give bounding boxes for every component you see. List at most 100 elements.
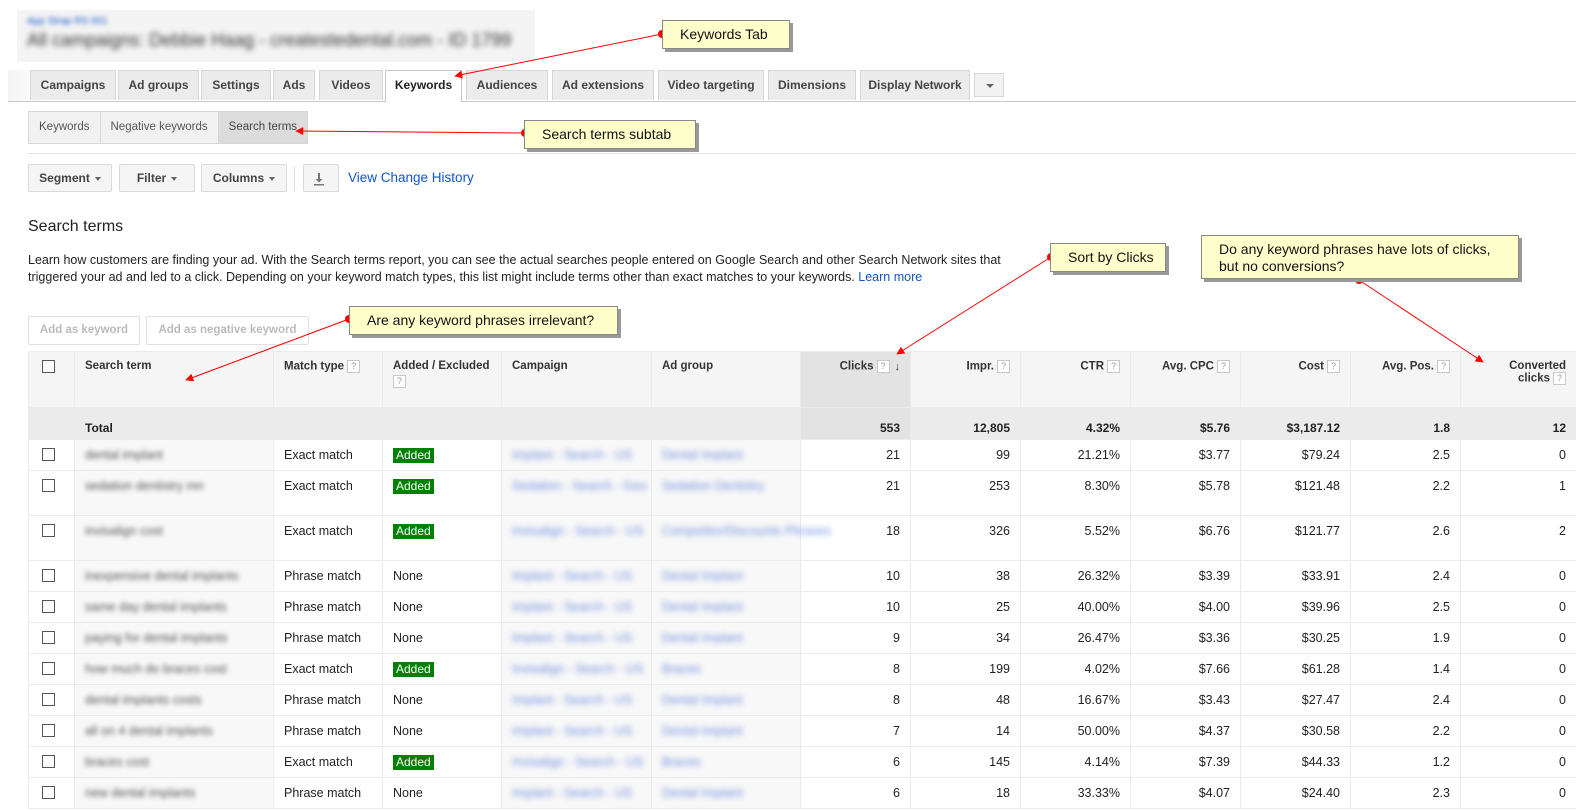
ad-group-link[interactable]: Braces xyxy=(662,755,701,769)
avg-pos: 2.2 xyxy=(1350,715,1461,747)
subtab-keywords[interactable]: Keywords xyxy=(29,112,101,143)
help-icon[interactable]: ? xyxy=(393,375,406,388)
tab-ad-groups[interactable]: Ad groups xyxy=(118,70,199,100)
tab-dimensions[interactable]: Dimensions xyxy=(768,70,856,100)
campaign-link[interactable]: Invisalign - Search - US xyxy=(512,755,643,769)
table-row[interactable]: dental implants costs Phrase match None Imp… xyxy=(28,684,1576,716)
subtab-search-terms[interactable]: Search terms xyxy=(218,112,308,143)
row-checkbox[interactable] xyxy=(42,724,55,737)
row-checkbox[interactable] xyxy=(42,631,55,644)
ad-group-link[interactable]: Dental Implant xyxy=(662,724,743,738)
ad-group-link[interactable]: Dental Implant xyxy=(662,693,743,707)
learn-more-link[interactable]: Learn more xyxy=(858,270,922,284)
help-icon[interactable]: ? xyxy=(347,360,361,373)
tab-display-network[interactable]: Display Network xyxy=(860,70,970,100)
help-icon[interactable]: ? xyxy=(1327,360,1340,373)
table-row[interactable]: how much do braces cost Exact match Added I… xyxy=(28,653,1576,685)
segment-button[interactable]: Segment xyxy=(28,164,112,192)
campaign-link[interactable]: Implant - Search - US xyxy=(512,600,632,614)
tab-ad-extensions[interactable]: Ad extensions xyxy=(552,70,654,100)
ad-group-link[interactable]: Competitor/Discounts Phrases xyxy=(662,524,831,538)
ad-group-link[interactable]: Dental Implant xyxy=(662,600,743,614)
ad-group-link[interactable]: Braces xyxy=(662,662,701,676)
columns-button[interactable]: Columns xyxy=(201,164,287,192)
add-as-keyword-button[interactable]: Add as keyword xyxy=(28,316,140,345)
help-icon[interactable]: ? xyxy=(1217,360,1230,373)
table-row[interactable]: sedation dentistry mn Exact match Added Sed… xyxy=(28,470,1576,516)
status-text: None xyxy=(393,600,423,614)
row-checkbox[interactable] xyxy=(42,693,55,706)
ad-group-link[interactable]: Dental Implant xyxy=(662,631,743,645)
view-change-history-link[interactable]: View Change History xyxy=(348,170,474,185)
col-impr[interactable]: Impr.? xyxy=(910,351,1021,408)
subtab-negative-keywords[interactable]: Negative keywords xyxy=(101,112,219,143)
campaign-link[interactable]: Implant - Search - US xyxy=(512,631,632,645)
row-checkbox[interactable] xyxy=(42,662,55,675)
table-row[interactable]: braces cost Exact match Added Invisalign - … xyxy=(28,746,1576,778)
table-row[interactable]: all on 4 dental implants Phrase match None… xyxy=(28,715,1576,747)
add-as-negative-keyword-button[interactable]: Add as negative keyword xyxy=(146,316,309,345)
col-added-excluded[interactable]: Added / Excluded? xyxy=(382,351,502,408)
row-checkbox[interactable] xyxy=(42,524,55,537)
tab-audiences[interactable]: Audiences xyxy=(466,70,548,100)
clicks: 6 xyxy=(800,777,911,809)
table-row[interactable]: new dental implants Phrase match None Impla… xyxy=(28,777,1576,809)
tab-videos[interactable]: Videos xyxy=(319,70,383,100)
ad-group-link[interactable]: Sedation Dentistry xyxy=(662,479,764,493)
tab-campaigns[interactable]: Campaigns xyxy=(30,70,116,100)
row-checkbox[interactable] xyxy=(42,569,55,582)
columns-label: Columns xyxy=(212,171,265,185)
row-checkbox[interactable] xyxy=(42,786,55,799)
campaign-link[interactable]: Implant - Search - US xyxy=(512,448,632,462)
tab-ads[interactable]: Ads xyxy=(273,70,315,100)
table-row[interactable]: invisalign cost Exact match Added Invisalig… xyxy=(28,515,1576,561)
match-type: Exact match xyxy=(273,439,383,471)
campaign-link[interactable]: Invisalign - Search - US xyxy=(512,524,643,538)
col-search-term[interactable]: Search term xyxy=(74,351,274,408)
ad-group-link[interactable]: Dental Implant xyxy=(662,569,743,583)
table-row[interactable]: same day dental implants Phrase match None… xyxy=(28,591,1576,623)
help-icon[interactable]: ? xyxy=(1553,372,1566,385)
row-checkbox[interactable] xyxy=(42,600,55,613)
col-converted-clicks[interactable]: Converted clicks? xyxy=(1460,351,1576,408)
status-badge-added: Added xyxy=(393,755,434,770)
help-icon[interactable]: ? xyxy=(1107,360,1120,373)
select-all-checkbox[interactable] xyxy=(42,360,55,373)
row-checkbox[interactable] xyxy=(42,479,55,492)
row-checkbox[interactable] xyxy=(42,755,55,768)
match-type: Exact match xyxy=(273,470,383,516)
tab-video-targeting[interactable]: Video targeting xyxy=(658,70,764,100)
row-checkbox[interactable] xyxy=(42,448,55,461)
download-button[interactable] xyxy=(303,164,339,192)
col-cost[interactable]: Cost? xyxy=(1240,351,1351,408)
col-avg-cpc[interactable]: Avg. CPC? xyxy=(1130,351,1241,408)
col-clicks[interactable]: Clicks? ↓ xyxy=(800,351,911,408)
campaign-link[interactable]: Invisalign - Search - US xyxy=(512,662,643,676)
col-ctr[interactable]: CTR? xyxy=(1020,351,1131,408)
table-row[interactable]: inexpensive dental implants Phrase match N… xyxy=(28,560,1576,592)
help-icon[interactable]: ? xyxy=(1437,360,1450,373)
col-avg-pos[interactable]: Avg. Pos.? xyxy=(1350,351,1461,408)
tab-keywords[interactable]: Keywords xyxy=(385,70,462,102)
campaign-link[interactable]: Sedation - Search - Geo xyxy=(512,479,647,493)
tab-settings[interactable]: Settings xyxy=(201,70,271,100)
table-row[interactable]: paying for dental implants Phrase match No… xyxy=(28,622,1576,654)
table-row[interactable]: dental implant Exact match Added Implant - … xyxy=(28,439,1576,471)
campaign-link[interactable]: Implant - Search - US xyxy=(512,693,632,707)
search-terms-table: Search term Match type? Added / Excluded… xyxy=(28,351,1576,809)
converted-clicks: 0 xyxy=(1460,684,1576,716)
filter-button[interactable]: Filter xyxy=(119,164,195,192)
more-tabs-dropdown[interactable] xyxy=(974,73,1004,97)
col-match-type[interactable]: Match type? xyxy=(273,351,383,408)
help-icon[interactable]: ? xyxy=(997,360,1010,373)
ad-group-link[interactable]: Dental Implant xyxy=(662,448,743,462)
campaign-link[interactable]: Implant - Search - US xyxy=(512,786,632,800)
search-term: inexpensive dental implants xyxy=(85,569,239,583)
breadcrumb[interactable]: App Strap RS 001 xyxy=(27,16,108,27)
ad-group-link[interactable]: Dental Implant xyxy=(662,786,743,800)
col-campaign[interactable]: Campaign xyxy=(501,351,652,408)
campaign-link[interactable]: Implant - Search - US xyxy=(512,724,632,738)
col-ad-group[interactable]: Ad group xyxy=(651,351,801,408)
campaign-link[interactable]: Implant - Search - US xyxy=(512,569,632,583)
help-icon[interactable]: ? xyxy=(876,360,890,373)
